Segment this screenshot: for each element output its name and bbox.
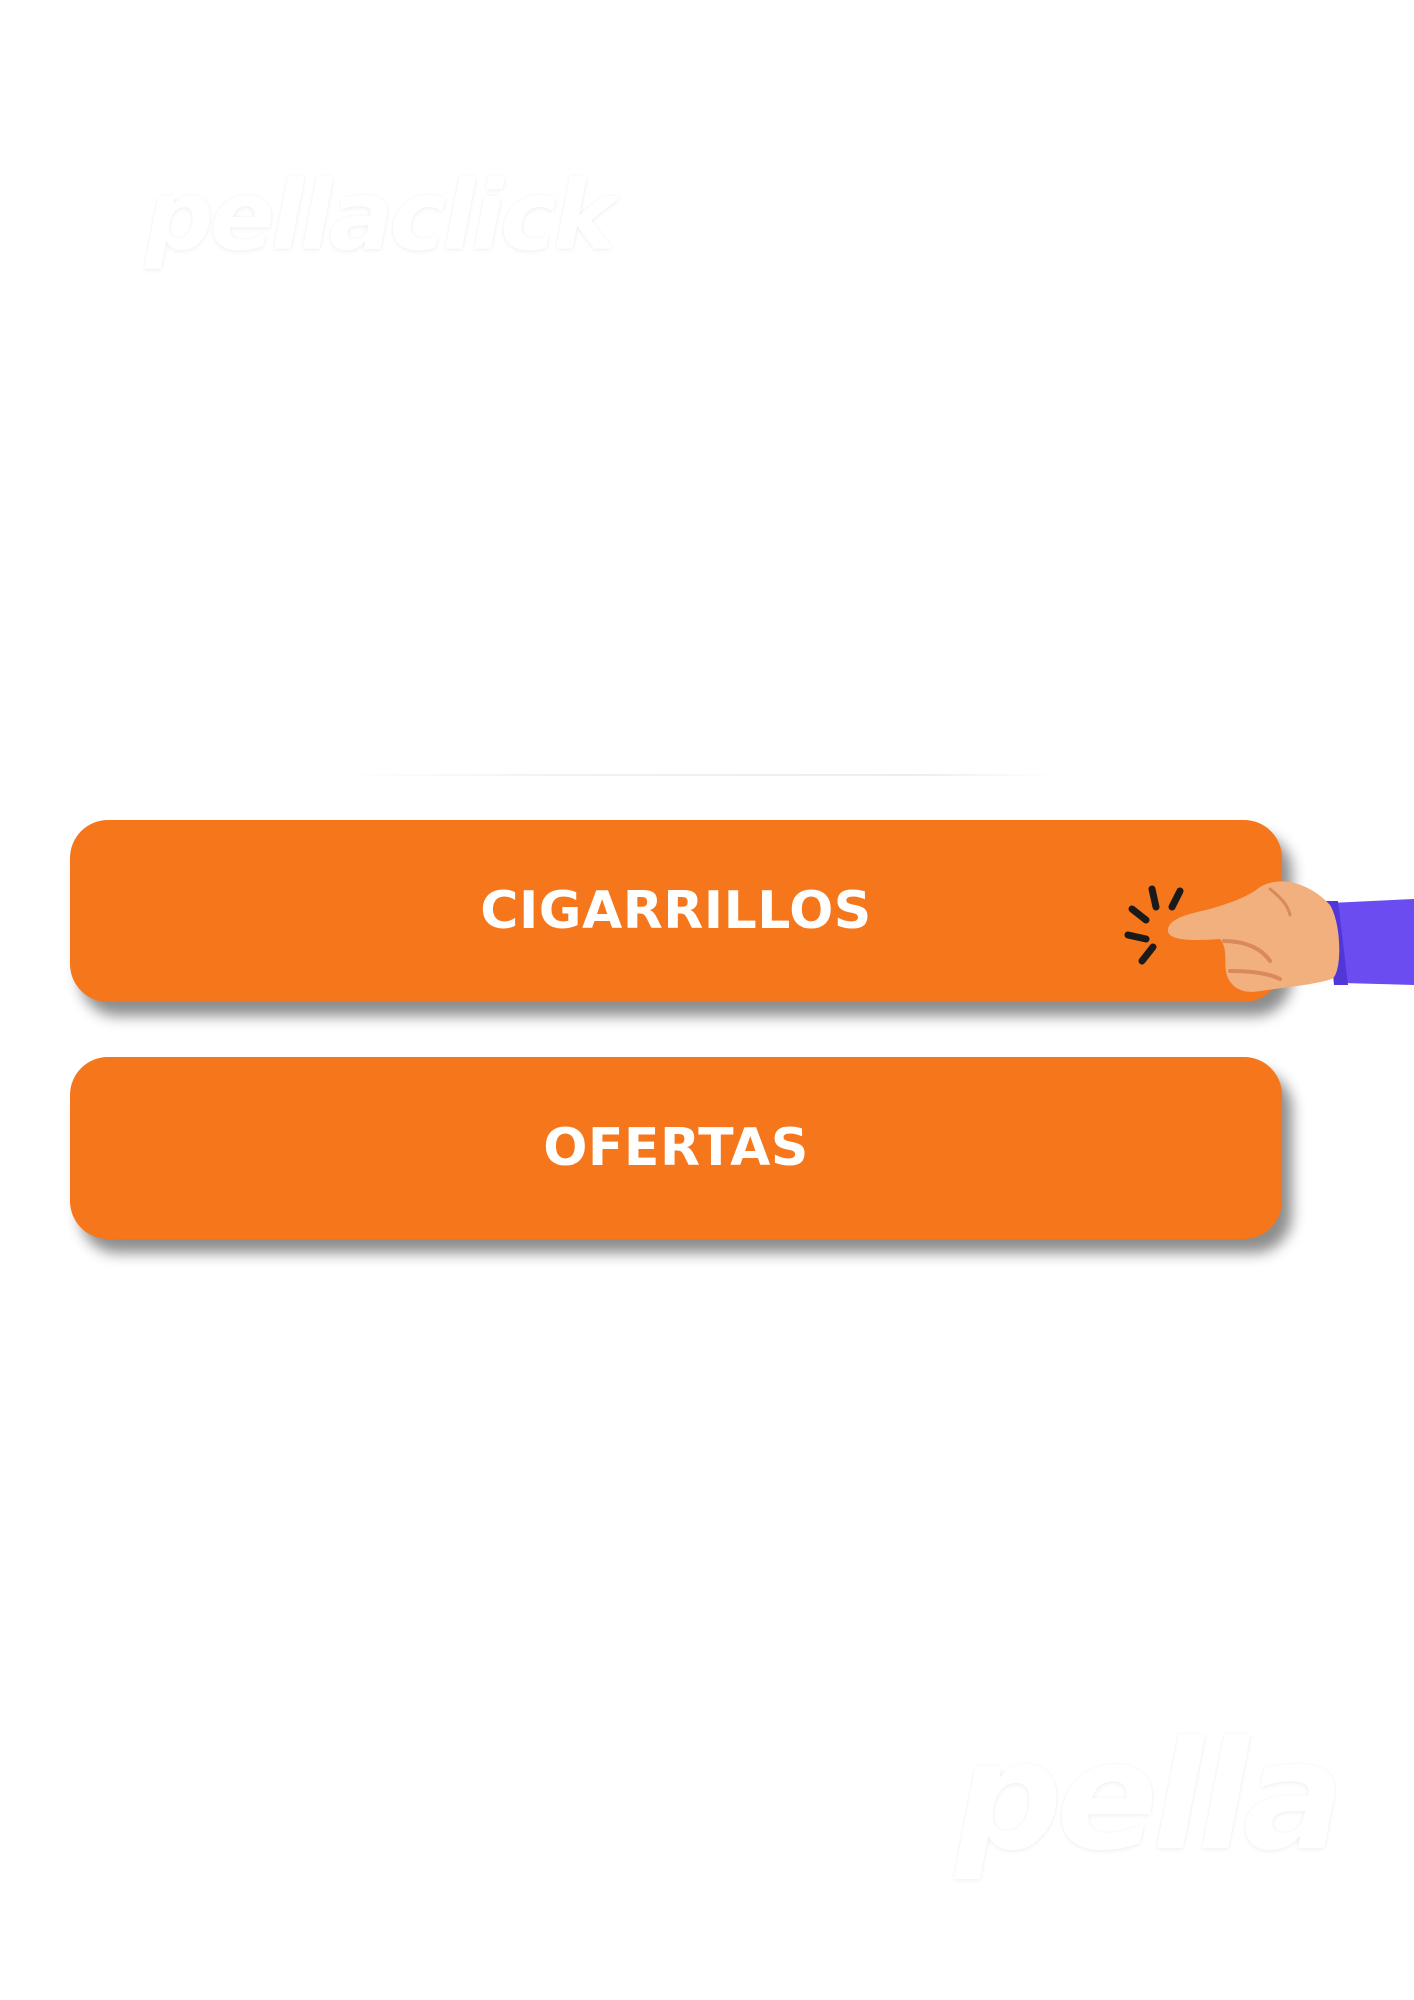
pellaclick-logo: pellaclick xyxy=(145,160,617,272)
pella-logo: pella xyxy=(955,1710,1344,1884)
hand-pointer-icon xyxy=(1124,881,1414,992)
ofertas-button-label: OFERTAS xyxy=(543,1118,809,1178)
divider xyxy=(335,774,1055,776)
cigarrillos-button[interactable]: CIGARRILLOS xyxy=(70,820,1282,1002)
ofertas-button[interactable]: OFERTAS xyxy=(70,1057,1282,1239)
page: pellaclick CIGARRILLOS OFERTAS pella xyxy=(0,0,1414,2000)
cigarrillos-button-label: CIGARRILLOS xyxy=(480,881,872,941)
